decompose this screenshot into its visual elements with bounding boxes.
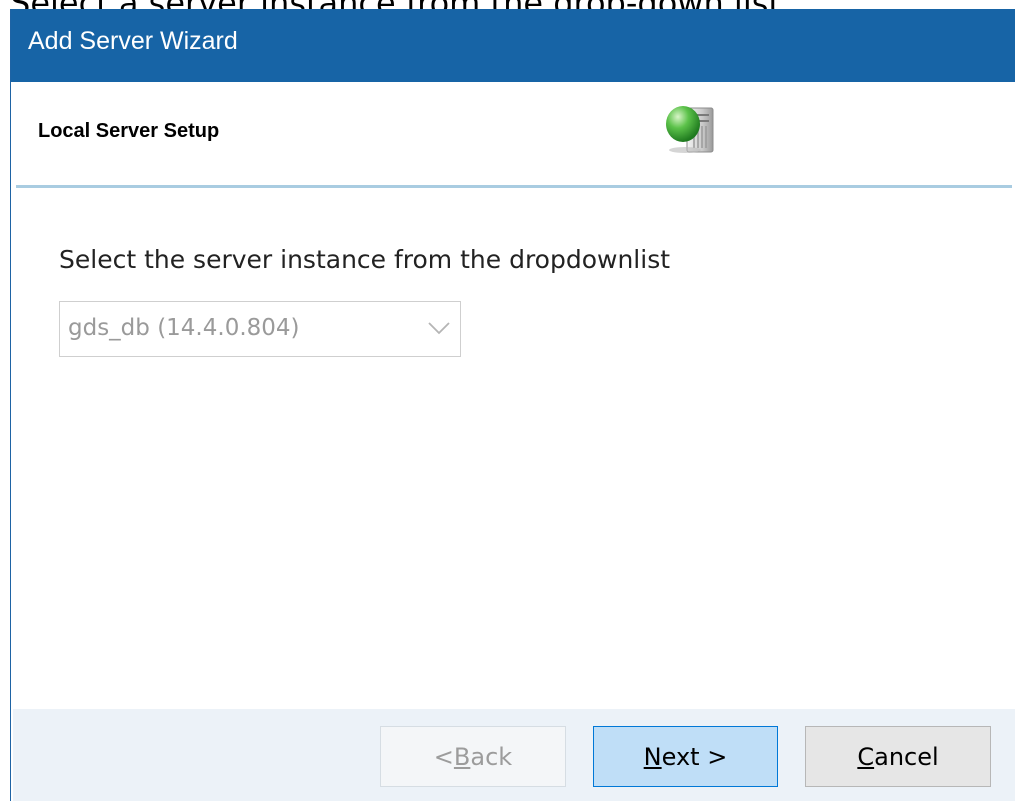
back-button-prefix: <: [433, 742, 454, 771]
header-divider: [16, 185, 1012, 188]
window-title: Add Server Wizard: [28, 27, 238, 55]
server-instance-dropdown[interactable]: gds_db (14.4.0.804): [59, 301, 461, 357]
button-bar: < Back Next > Cancel: [13, 709, 1015, 801]
instruction-text: Select the server instance from the drop…: [59, 245, 671, 274]
wizard-window: Add Server Wizard Local Server Setup Sel…: [10, 9, 1015, 801]
back-button-rest: ack: [470, 742, 513, 771]
server-icon: [666, 106, 714, 153]
title-bar[interactable]: Add Server Wizard: [11, 9, 1015, 82]
chevron-down-icon[interactable]: [428, 321, 450, 335]
cancel-button-mnemonic: C: [857, 742, 875, 771]
page-title: Local Server Setup: [38, 120, 220, 142]
cancel-button-rest: ancel: [874, 742, 939, 771]
selected-server-instance: gds_db (14.4.0.804): [68, 315, 300, 341]
next-button-rest: ext >: [661, 742, 728, 771]
next-button-mnemonic: N: [643, 742, 662, 771]
wizard-header: Local Server Setup: [11, 82, 1015, 186]
page: Select a server instance from the drop-d…: [0, 0, 1015, 801]
back-button-mnemonic: B: [453, 742, 471, 771]
back-button[interactable]: < Back: [380, 726, 566, 787]
next-button[interactable]: Next >: [593, 726, 778, 787]
cancel-button[interactable]: Cancel: [805, 726, 991, 787]
